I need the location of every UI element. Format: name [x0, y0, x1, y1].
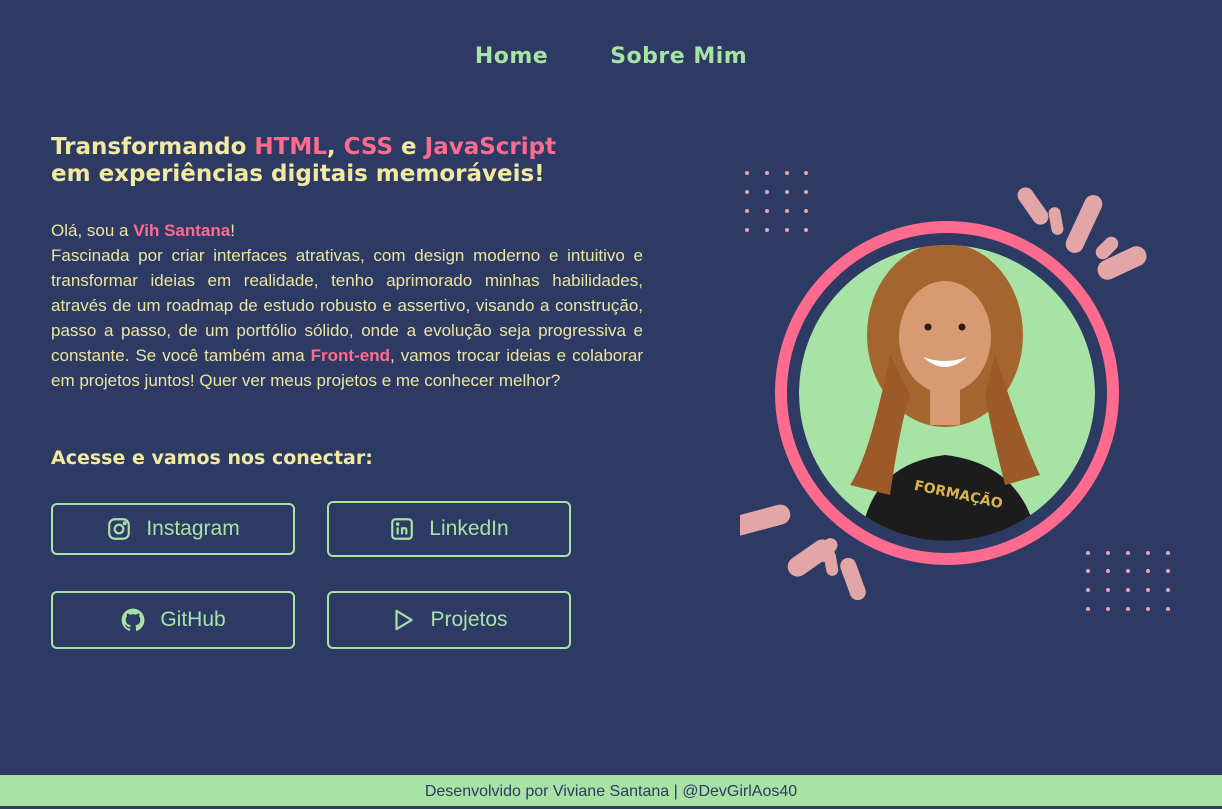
greeting-prefix: Olá, sou a: [51, 221, 134, 240]
instagram-icon: [108, 518, 131, 540]
headline-prefix: Transformando: [51, 134, 255, 160]
github-label: GitHub: [160, 608, 226, 631]
nav-about-link[interactable]: Sobre Mim: [610, 44, 747, 69]
nav-home-link[interactable]: Home: [475, 44, 548, 69]
dot-grid-top: [745, 171, 808, 232]
dot-grid-bottom: [1086, 551, 1170, 611]
instagram-label: Instagram: [146, 517, 240, 540]
footer: Desenvolvido por Viviane Santana | @DevG…: [0, 775, 1222, 806]
headline-css: CSS: [343, 134, 394, 160]
linkedin-button[interactable]: LinkedIn: [327, 501, 571, 557]
headline-comma: ,: [326, 134, 344, 160]
projects-button[interactable]: Projetos: [327, 591, 571, 649]
headline-js: JavaScript: [424, 134, 557, 160]
author-name: Vih Santana: [133, 221, 231, 240]
page-headline: Transformando HTML, CSS e JavaScript em …: [51, 134, 651, 188]
play-icon: [395, 609, 414, 631]
frontend-highlight: Front-end: [310, 346, 390, 365]
projects-label: Projetos: [430, 608, 508, 631]
headline-html: HTML: [254, 134, 327, 160]
connect-title: Acesse e vamos nos conectar:: [51, 447, 373, 469]
main-nav: Home Sobre Mim: [0, 44, 1222, 69]
linkedin-label: LinkedIn: [429, 517, 509, 540]
headline-line2: em experiências digitais memoráveis!: [51, 161, 545, 187]
intro-text: Olá, sou a Vih Santana! Fascinada por cr…: [51, 218, 643, 393]
linkedin-icon: [391, 518, 414, 540]
github-icon: [121, 608, 145, 631]
instagram-button[interactable]: Instagram: [51, 503, 295, 555]
headline-and: e: [393, 134, 425, 160]
profile-illustration: FORMAÇÃO: [740, 171, 1170, 611]
decorative-petals-bottom: [740, 504, 866, 601]
github-button[interactable]: GitHub: [51, 591, 295, 649]
greeting-suffix: !: [230, 221, 235, 240]
